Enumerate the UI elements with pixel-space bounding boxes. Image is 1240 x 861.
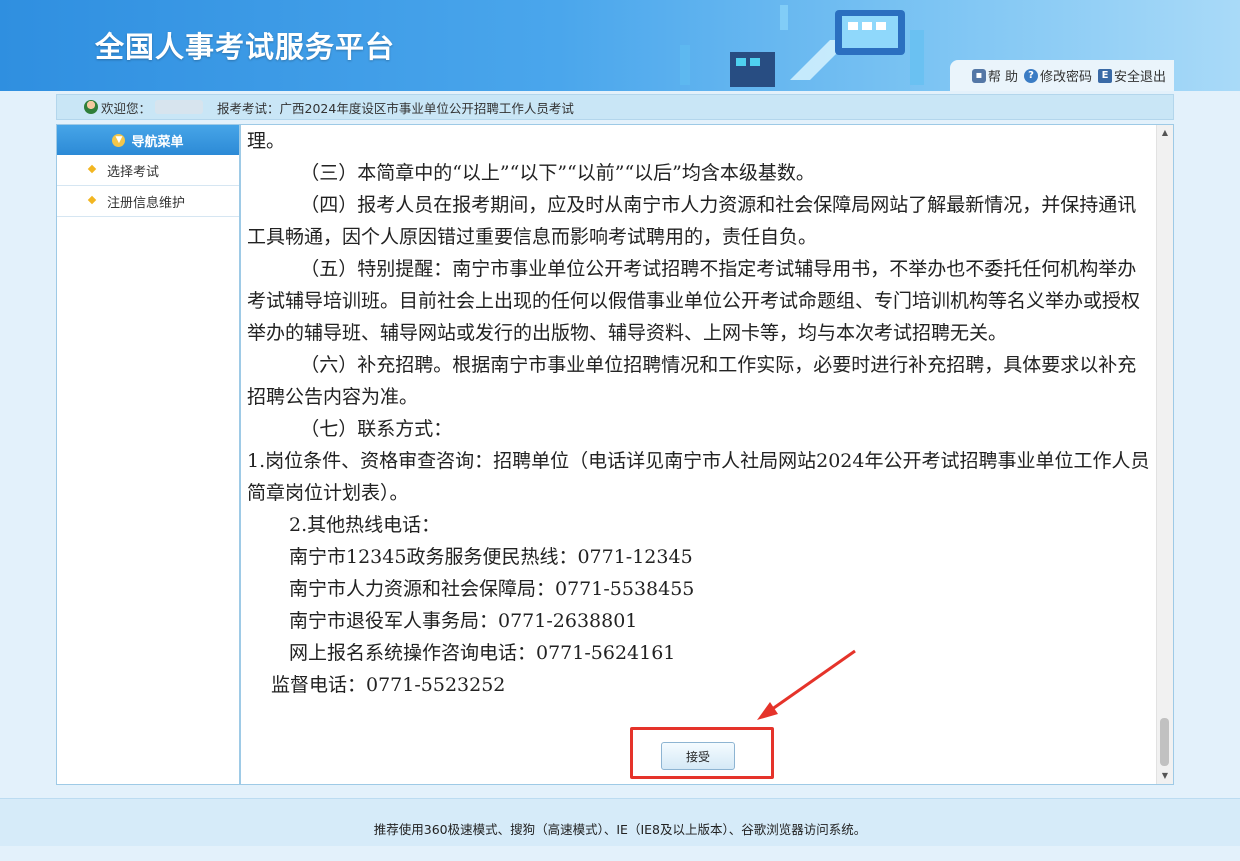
- logout-link[interactable]: E 安全退出: [1097, 66, 1166, 85]
- clause-3: （三）本简章中的“以上”“以下”“以前”“以后”均含本级基数。: [300, 162, 815, 184]
- chevron-down-icon: ▼: [112, 133, 126, 147]
- vertical-scrollbar[interactable]: ▲ ▼: [1156, 125, 1173, 784]
- change-password-link[interactable]: ? 修改密码: [1023, 66, 1092, 85]
- contact-item-2: 2.其他热线电话：: [289, 514, 441, 536]
- accept-button[interactable]: 接受: [661, 742, 735, 770]
- main-content-panel[interactable]: 理。 （三）本简章中的“以上”“以下”“以前”“以后”均含本级基数。 （四）报考…: [240, 124, 1174, 785]
- nav-menu-title: 导航菜单: [131, 134, 184, 150]
- clause-6: （六）补充招聘。根据南宁市事业单位招聘情况和工作实际，必要时进行补充招聘，具体要…: [247, 354, 1137, 408]
- help-icon: ?: [1023, 68, 1038, 83]
- help-link[interactable]: ▪ 帮 助: [971, 66, 1018, 85]
- exam-prefix-label: 报考考试：: [217, 100, 280, 116]
- scroll-down-icon[interactable]: ▼: [1157, 768, 1173, 784]
- browser-recommendation: 推荐使用360极速模式、搜狗（高速模式）、IE（IE8及以上版本）、谷歌浏览器访…: [373, 822, 867, 837]
- lock-icon: ▪: [971, 68, 986, 83]
- exit-icon: E: [1097, 68, 1112, 83]
- bullet-icon: [87, 164, 97, 174]
- hotline-system-support: 网上报名系统操作咨询电话：0771-5624161: [289, 642, 676, 664]
- footer: 推荐使用360极速模式、搜狗（高速模式）、IE（IE8及以上版本）、谷歌浏览器访…: [0, 798, 1240, 846]
- hotline-veterans: 南宁市退役军人事务局：0771-2638801: [289, 610, 638, 632]
- sidebar-item-registration-info[interactable]: 注册信息维护: [57, 186, 239, 217]
- bullet-icon: [87, 195, 97, 205]
- user-avatar-icon: [84, 100, 98, 114]
- help-label: 帮 助: [987, 70, 1018, 85]
- sidebar-item-label: 注册信息维护: [107, 195, 186, 211]
- announcement-text: 理。 （三）本简章中的“以上”“以下”“以前”“以后”均含本级基数。 （四）报考…: [247, 125, 1151, 701]
- clause-4: （四）报考人员在报考期间，应及时从南宁市人力资源和社会保障局网站了解最新情况，并…: [247, 194, 1137, 248]
- banner-illustration: [680, 5, 924, 87]
- scrollbar-thumb[interactable]: [1160, 718, 1169, 766]
- exam-name: 广西2024年度设区市事业单位公开招聘工作人员考试: [279, 100, 574, 116]
- sidebar-item-label: 选择考试: [107, 164, 160, 180]
- redacted-username: [155, 100, 204, 114]
- sidebar-item-select-exam[interactable]: 选择考试: [57, 155, 239, 186]
- nav-menu-header: ▼ 导航菜单: [57, 125, 239, 155]
- logout-label: 安全退出: [1113, 70, 1166, 85]
- user-info-bar: 欢迎您： 报考考试： 广西2024年度设区市事业单位公开招聘工作人员考试: [56, 94, 1174, 120]
- scroll-up-icon[interactable]: ▲: [1157, 125, 1173, 141]
- change-password-label: 修改密码: [1039, 70, 1092, 85]
- top-toolbar: ▪ 帮 助 ? 修改密码 E 安全退出: [949, 60, 1174, 91]
- header-banner: 全国人事考试服务平台 ▪ 帮 助 ? 修改密码 E 安全退出: [0, 0, 1240, 91]
- clause-7: （七）联系方式：: [300, 418, 453, 440]
- hotline-12345: 南宁市12345政务服务便民热线：0771-12345: [289, 546, 693, 568]
- text-fragment: 理。: [247, 130, 286, 152]
- contact-item-1: 1.岗位条件、资格审查咨询：招聘单位（电话详见南宁市人社局网站2024年公开考试…: [247, 450, 1150, 504]
- hotline-supervision: 监督电话：0771-5523252: [271, 674, 506, 696]
- site-title: 全国人事考试服务平台: [95, 30, 396, 64]
- clause-5: （五）特别提醒：南宁市事业单位公开考试招聘不指定考试辅导用书，不举办也不委托任何…: [247, 258, 1141, 344]
- hotline-hr-bureau: 南宁市人力资源和社会保障局：0771-5538455: [289, 578, 695, 600]
- sidebar: ▼ 导航菜单 选择考试 注册信息维护: [56, 124, 240, 785]
- welcome-label: 欢迎您：: [101, 100, 152, 116]
